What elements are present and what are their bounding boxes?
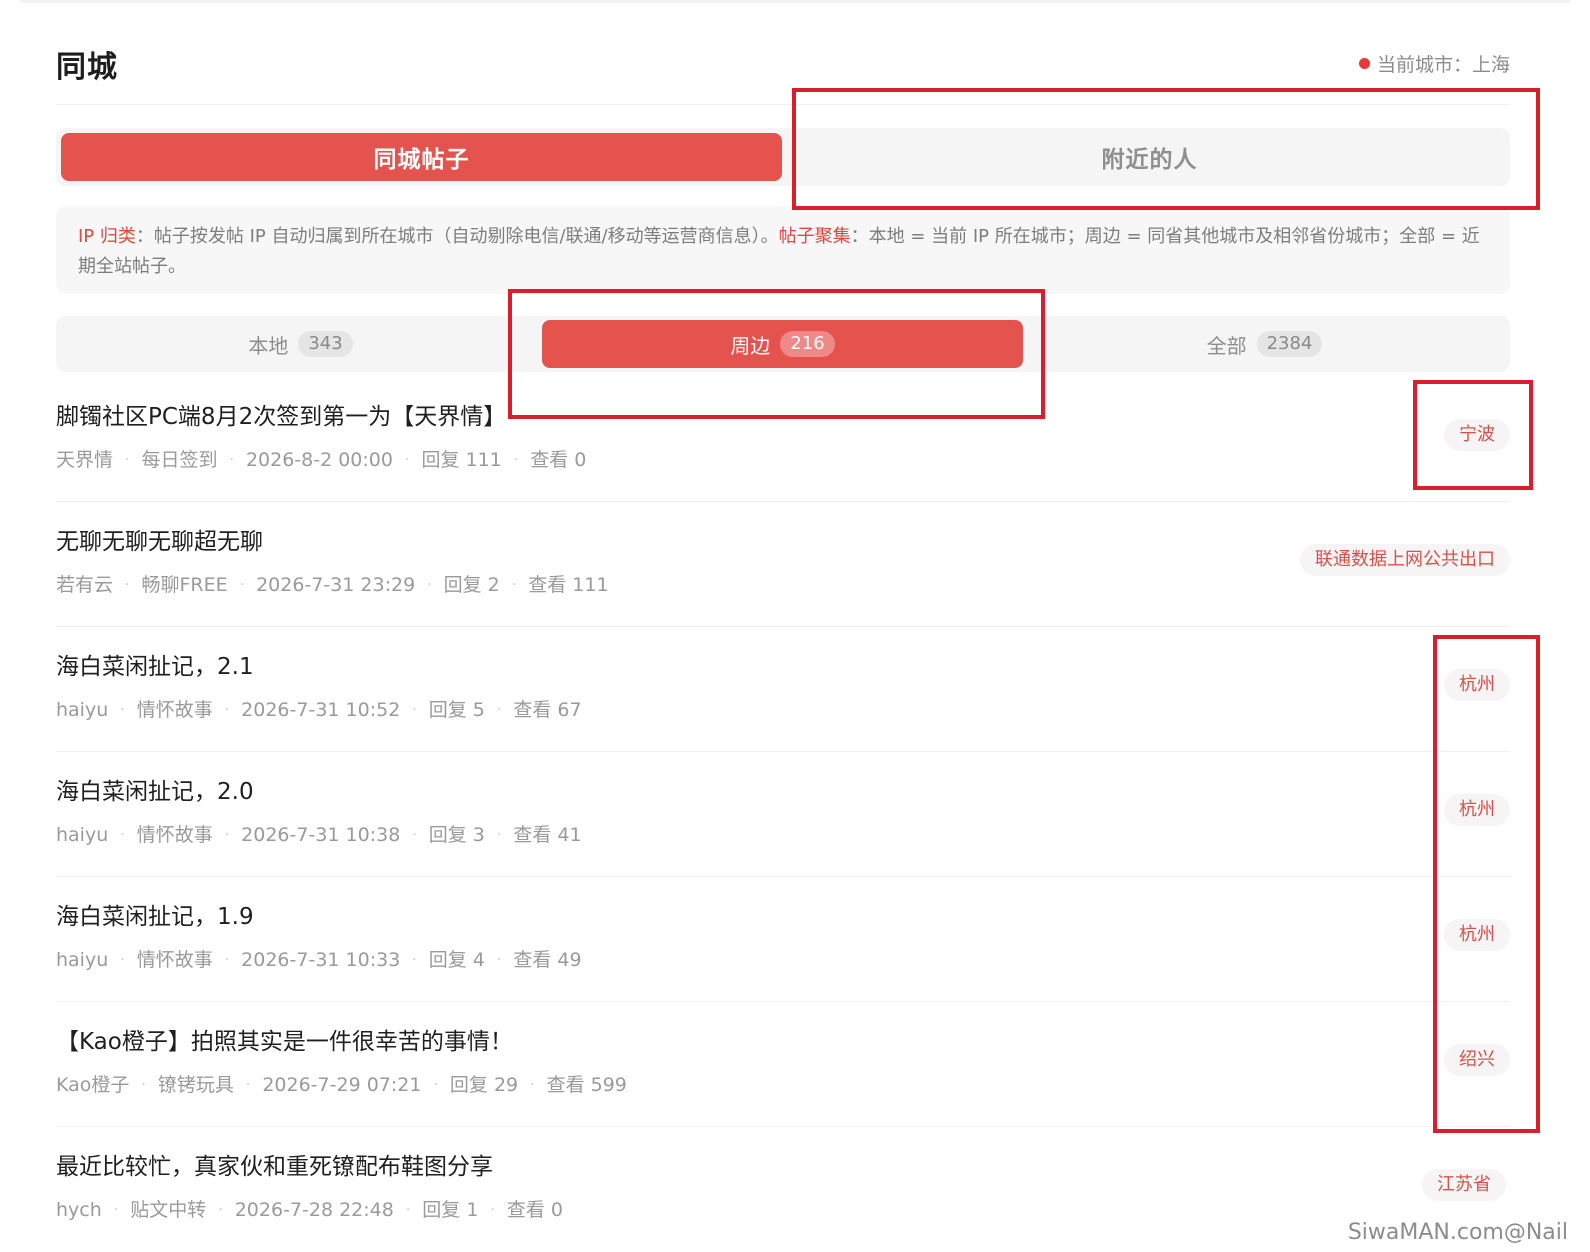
post-item: 脚镯社区PC端8月2次签到第一为【天界情】 天界情 · 每日签到 · 2026-8-2 … bbox=[56, 377, 1510, 502]
post-meta: haiyu · 情怀故事 · 2026-7-31 10:33 · 回复 4 · 查看 49 bbox=[56, 949, 582, 971]
post-date: 2026-7-29 07:21 bbox=[262, 1074, 422, 1096]
post-forum[interactable]: 畅聊FREE bbox=[141, 574, 227, 596]
location-dot-icon bbox=[1358, 58, 1370, 69]
tab-nearby-people[interactable]: 附近的人 bbox=[789, 133, 1510, 181]
tab-city-posts[interactable]: 同城帖子 bbox=[61, 133, 782, 181]
post-author[interactable]: 若有云 bbox=[56, 574, 113, 596]
post-title[interactable]: 海白菜闲扯记，2.0 bbox=[56, 772, 254, 806]
location-tag: 江苏省 bbox=[1422, 1169, 1506, 1201]
location-tag: 联通数据上网公共出口 bbox=[1300, 544, 1510, 576]
post-views: 查看 67 bbox=[513, 699, 582, 721]
post-item: 海白菜闲扯记，1.9 haiyu · 情怀故事 · 2026-7-31 10:33 · 回复… bbox=[56, 877, 1510, 1002]
location-tag: 杭州 bbox=[1444, 669, 1510, 701]
tab-all-label: 全部 bbox=[1206, 333, 1247, 358]
post-forum[interactable]: 情怀故事 bbox=[137, 699, 213, 721]
post-author[interactable]: Kao橙子 bbox=[56, 1074, 129, 1096]
post-views: 查看 111 bbox=[528, 574, 609, 596]
post-author[interactable]: 天界情 bbox=[56, 449, 113, 471]
info-notice: IP 归类：帖子按发帖 IP 自动归属到所在城市（自动剔除电信/联通/移动等运营… bbox=[56, 206, 1510, 294]
current-city-indicator: 当前城市：上海 bbox=[1358, 50, 1510, 77]
location-tag: 宁波 bbox=[1444, 419, 1510, 451]
tab-local[interactable]: 本地 343 bbox=[60, 320, 541, 368]
location-tag: 杭州 bbox=[1444, 794, 1510, 826]
location-tag: 杭州 bbox=[1444, 919, 1510, 951]
tab-nearby-label: 周边 bbox=[730, 333, 771, 358]
post-meta: haiyu · 情怀故事 · 2026-7-31 10:38 · 回复 3 · 查看 41 bbox=[56, 824, 582, 846]
tab-nearby[interactable]: 周边 216 bbox=[542, 320, 1023, 368]
post-date: 2026-7-31 10:52 bbox=[241, 699, 401, 721]
post-title[interactable]: 最近比较忙，真家伙和重死镣配布鞋图分享 bbox=[56, 1147, 493, 1181]
post-replies: 回复 2 bbox=[443, 574, 500, 596]
page-title: 同城 bbox=[56, 50, 118, 85]
sub-tab-bar: 本地 343 周边 216 全部 2384 bbox=[56, 316, 1510, 372]
post-replies: 回复 4 bbox=[428, 949, 485, 971]
post-forum[interactable]: 每日签到 bbox=[141, 449, 217, 471]
post-item: 无聊无聊无聊超无聊 若有云 · 畅聊FREE · 2026-7-31 23:29 · 回复 … bbox=[56, 502, 1510, 627]
post-meta: haiyu · 情怀故事 · 2026-7-31 10:52 · 回复 5 · 查看 67 bbox=[56, 699, 582, 721]
tab-local-count: 343 bbox=[298, 331, 353, 357]
location-tag: 绍兴 bbox=[1444, 1044, 1510, 1076]
header-divider bbox=[56, 104, 1510, 105]
post-date: 2026-7-31 10:38 bbox=[241, 824, 401, 846]
top-border bbox=[20, 0, 1570, 3]
tab-local-label: 本地 bbox=[248, 333, 289, 358]
post-date: 2026-7-28 22:48 bbox=[234, 1199, 394, 1221]
post-title[interactable]: 【Kao橙子】拍照其实是一件很幸苦的事情！ bbox=[56, 1022, 513, 1056]
post-title[interactable]: 海白菜闲扯记，1.9 bbox=[56, 897, 254, 931]
post-author[interactable]: haiyu bbox=[56, 699, 108, 721]
post-views: 查看 49 bbox=[513, 949, 582, 971]
post-views: 查看 0 bbox=[506, 1199, 564, 1221]
post-meta: hych · 贴文中转 · 2026-7-28 22:48 · 回复 1 · 查看 0 bbox=[56, 1199, 564, 1221]
post-title[interactable]: 脚镯社区PC端8月2次签到第一为【天界情】 bbox=[56, 397, 506, 431]
post-author[interactable]: hych bbox=[56, 1199, 102, 1221]
post-replies: 回复 3 bbox=[428, 824, 485, 846]
post-replies: 回复 29 bbox=[449, 1074, 519, 1096]
post-item: 最近比较忙，真家伙和重死镣配布鞋图分享 hych · 贴文中转 · 2026-7-28 … bbox=[56, 1127, 1510, 1252]
post-list: 脚镯社区PC端8月2次签到第一为【天界情】 天界情 · 每日签到 · 2026-8-2 … bbox=[56, 377, 1510, 1252]
post-date: 2026-7-31 10:33 bbox=[241, 949, 401, 971]
post-item: 【Kao橙子】拍照其实是一件很幸苦的事情！ Kao橙子 · 镣铐玩具 · 2026-7-… bbox=[56, 1002, 1510, 1127]
main-tab-bar: 同城帖子 附近的人 bbox=[56, 128, 1510, 186]
post-forum[interactable]: 情怀故事 bbox=[137, 824, 213, 846]
tab-all-count: 2384 bbox=[1256, 331, 1323, 357]
current-city-label: 当前城市： bbox=[1376, 54, 1472, 76]
post-views: 查看 0 bbox=[530, 449, 587, 471]
info-text-ip: ：帖子按发帖 IP 自动归属到所在城市（自动剔除电信/联通/移动等运营商信息）。 bbox=[135, 226, 779, 247]
post-item: 海白菜闲扯记，2.0 haiyu · 情怀故事 · 2026-7-31 10:38 · 回复… bbox=[56, 752, 1510, 877]
post-meta: 天界情 · 每日签到 · 2026-8-2 00:00 · 回复 111 · 查看 0 bbox=[56, 449, 587, 471]
page-header: 同城 当前城市：上海 bbox=[56, 40, 1510, 88]
info-key-aggregation: 帖子聚集 bbox=[778, 226, 851, 247]
info-key-ip: IP 归类 bbox=[78, 226, 136, 247]
post-title[interactable]: 海白菜闲扯记，2.1 bbox=[56, 647, 254, 681]
tab-nearby-count: 216 bbox=[780, 331, 835, 357]
post-author[interactable]: haiyu bbox=[56, 824, 108, 846]
post-replies: 回复 1 bbox=[422, 1199, 479, 1221]
watermark: SiwaMAN.com@Nail bbox=[1347, 1220, 1568, 1245]
post-replies: 回复 5 bbox=[428, 699, 485, 721]
tab-all[interactable]: 全部 2384 bbox=[1024, 320, 1505, 368]
post-title[interactable]: 无聊无聊无聊超无聊 bbox=[56, 522, 263, 556]
post-forum[interactable]: 情怀故事 bbox=[137, 949, 213, 971]
current-city-value: 上海 bbox=[1471, 54, 1510, 76]
post-meta: 若有云 · 畅聊FREE · 2026-7-31 23:29 · 回复 2 · 查看 111 bbox=[56, 574, 609, 596]
post-replies: 回复 111 bbox=[421, 449, 502, 471]
post-date: 2026-7-31 23:29 bbox=[256, 574, 416, 596]
post-meta: Kao橙子 · 镣铐玩具 · 2026-7-29 07:21 · 回复 29 · 查看 599 bbox=[56, 1074, 627, 1096]
post-views: 查看 41 bbox=[513, 824, 582, 846]
post-forum[interactable]: 镣铐玩具 bbox=[158, 1074, 234, 1096]
post-author[interactable]: haiyu bbox=[56, 949, 108, 971]
post-views: 查看 599 bbox=[546, 1074, 627, 1096]
post-item: 海白菜闲扯记，2.1 haiyu · 情怀故事 · 2026-7-31 10:52 · 回复… bbox=[56, 627, 1510, 752]
post-date: 2026-8-2 00:00 bbox=[245, 449, 393, 471]
post-forum[interactable]: 贴文中转 bbox=[130, 1199, 206, 1221]
